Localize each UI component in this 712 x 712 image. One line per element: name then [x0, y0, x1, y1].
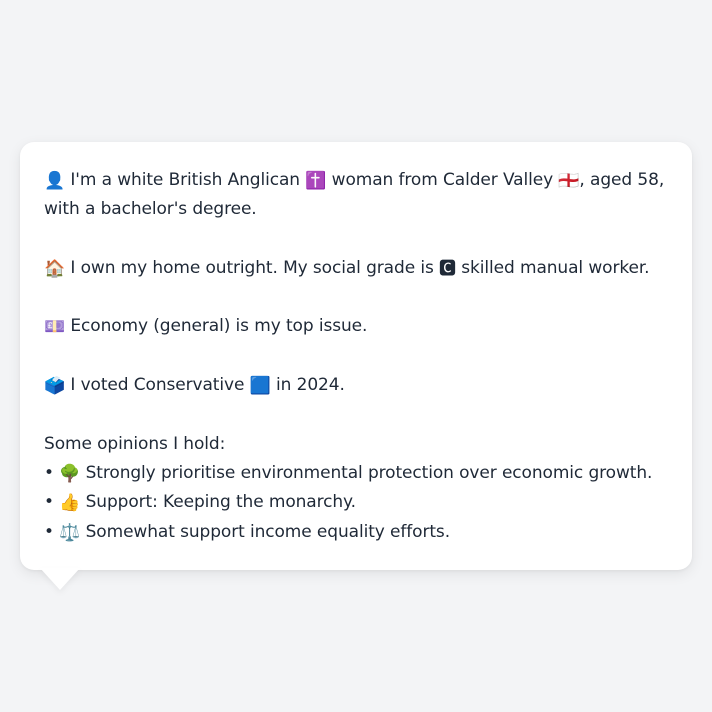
intro-text-a: I'm a white British Anglican: [65, 170, 306, 190]
issue-text: Economy (general) is my top issue.: [65, 316, 368, 337]
blue-square-icon: 🟦: [249, 376, 271, 397]
opinion-text: Support: Keeping the monarchy.: [80, 492, 356, 513]
vote-text-a: I voted Conservative: [65, 375, 250, 396]
banknote-icon: 💷: [44, 317, 66, 338]
scales-icon: ⚖️: [59, 522, 81, 543]
house-icon: 🏠: [44, 258, 66, 279]
opinion-item: • 🌳 Strongly prioritise environmental pr…: [44, 459, 668, 488]
bullet: •: [44, 492, 60, 513]
person-icon: 👤: [44, 171, 66, 191]
intro-text-b: woman from Calder Valley: [326, 170, 559, 190]
opinions-paragraph: Some opinions I hold: • 🌳 Strongly prior…: [44, 430, 668, 547]
opinion-item: • 👍 Support: Keeping the monarchy.: [44, 488, 668, 517]
opinion-text: Strongly prioritise environmental protec…: [80, 462, 653, 483]
vote-text-b: in 2024.: [270, 375, 345, 396]
intro-text-c: , aged 58,: [579, 170, 665, 190]
intro-paragraph: 👤 I'm a white British Anglican ✝️ woman …: [44, 166, 668, 225]
persona-card: 👤 I'm a white British Anglican ✝️ woman …: [20, 142, 692, 570]
home-text-b: skilled manual worker.: [455, 257, 650, 278]
vote-paragraph: 🗳️ I voted Conservative 🟦 in 2024.: [44, 371, 668, 400]
bullet: •: [44, 462, 60, 483]
home-paragraph: 🏠 I own my home outright. My social grad…: [44, 254, 668, 283]
intro-line-2: with a bachelor's degree.: [44, 199, 257, 220]
cross-icon: ✝️: [305, 171, 327, 191]
england-flag-icon: 🏴󠁧󠁢󠁥󠁮󠁧󠁿: [558, 171, 580, 191]
tree-icon: 🌳: [59, 463, 81, 484]
opinion-item: • ⚖️ Somewhat support income equality ef…: [44, 518, 668, 547]
intro-line-1: 👤 I'm a white British Anglican ✝️ woman …: [44, 166, 668, 195]
opinion-text: Somewhat support income equality efforts…: [80, 521, 450, 542]
bubble-tail: [40, 568, 80, 590]
thumbs-up-icon: 👍: [59, 493, 81, 514]
bullet: •: [44, 521, 60, 542]
opinions-heading: Some opinions I hold:: [44, 433, 226, 454]
issue-paragraph: 💷 Economy (general) is my top issue.: [44, 312, 668, 341]
ballot-box-icon: 🗳️: [44, 376, 66, 397]
home-text-a: I own my home outright. My social grade …: [65, 257, 440, 278]
grade-c-icon: 🅲: [439, 258, 456, 279]
